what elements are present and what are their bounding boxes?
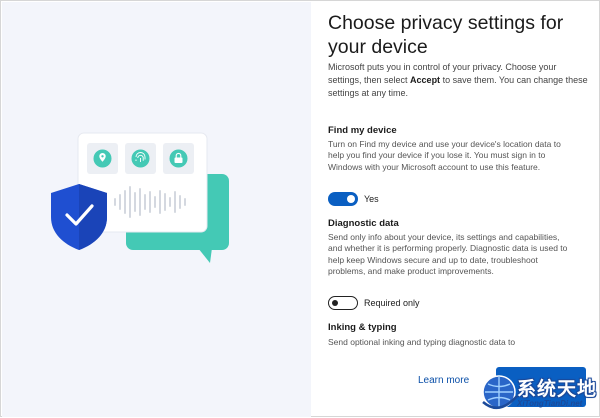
find-device-title: Find my device bbox=[328, 125, 397, 136]
toggle-knob bbox=[331, 299, 338, 306]
inking-description: Send optional inking and typing diagnost… bbox=[328, 337, 516, 347]
fingerprint-icon bbox=[131, 149, 150, 168]
location-icon bbox=[93, 149, 112, 168]
diagnostic-toggle[interactable] bbox=[328, 296, 358, 310]
oobe-window: Choose privacy settings for your device … bbox=[0, 0, 600, 417]
find-device-toggle-label: Yes bbox=[364, 194, 379, 204]
diagnostic-toggle-label: Required only bbox=[364, 298, 420, 308]
shield-check-icon bbox=[51, 184, 107, 250]
privacy-illustration bbox=[51, 132, 229, 263]
intro-text: Microsoft puts you in control of your pr… bbox=[328, 61, 590, 100]
find-device-toggle[interactable] bbox=[328, 192, 358, 206]
illustration-panel bbox=[2, 2, 311, 417]
watermark-title: 系统天地 bbox=[517, 379, 598, 400]
inking-title: Inking & typing bbox=[328, 322, 397, 333]
toggle-knob bbox=[347, 195, 355, 203]
globe-logo-icon bbox=[482, 375, 518, 409]
find-device-description: Turn on Find my device and use your devi… bbox=[328, 139, 561, 172]
page-title: Choose privacy settings for your device bbox=[328, 12, 564, 58]
watermark-url: XiTongTianDi.net bbox=[517, 399, 583, 408]
settings-panel: Choose privacy settings for your device … bbox=[311, 1, 599, 416]
learn-more-link[interactable]: Learn more bbox=[418, 375, 469, 386]
diagnostic-title: Diagnostic data bbox=[328, 218, 399, 229]
watermark: 系统天地 XiTongTianDi.net bbox=[479, 371, 600, 418]
lock-icon bbox=[169, 149, 188, 168]
diagnostic-description: Send only info about your device, its se… bbox=[328, 232, 568, 277]
intro-text-accent: Accept bbox=[410, 75, 441, 85]
